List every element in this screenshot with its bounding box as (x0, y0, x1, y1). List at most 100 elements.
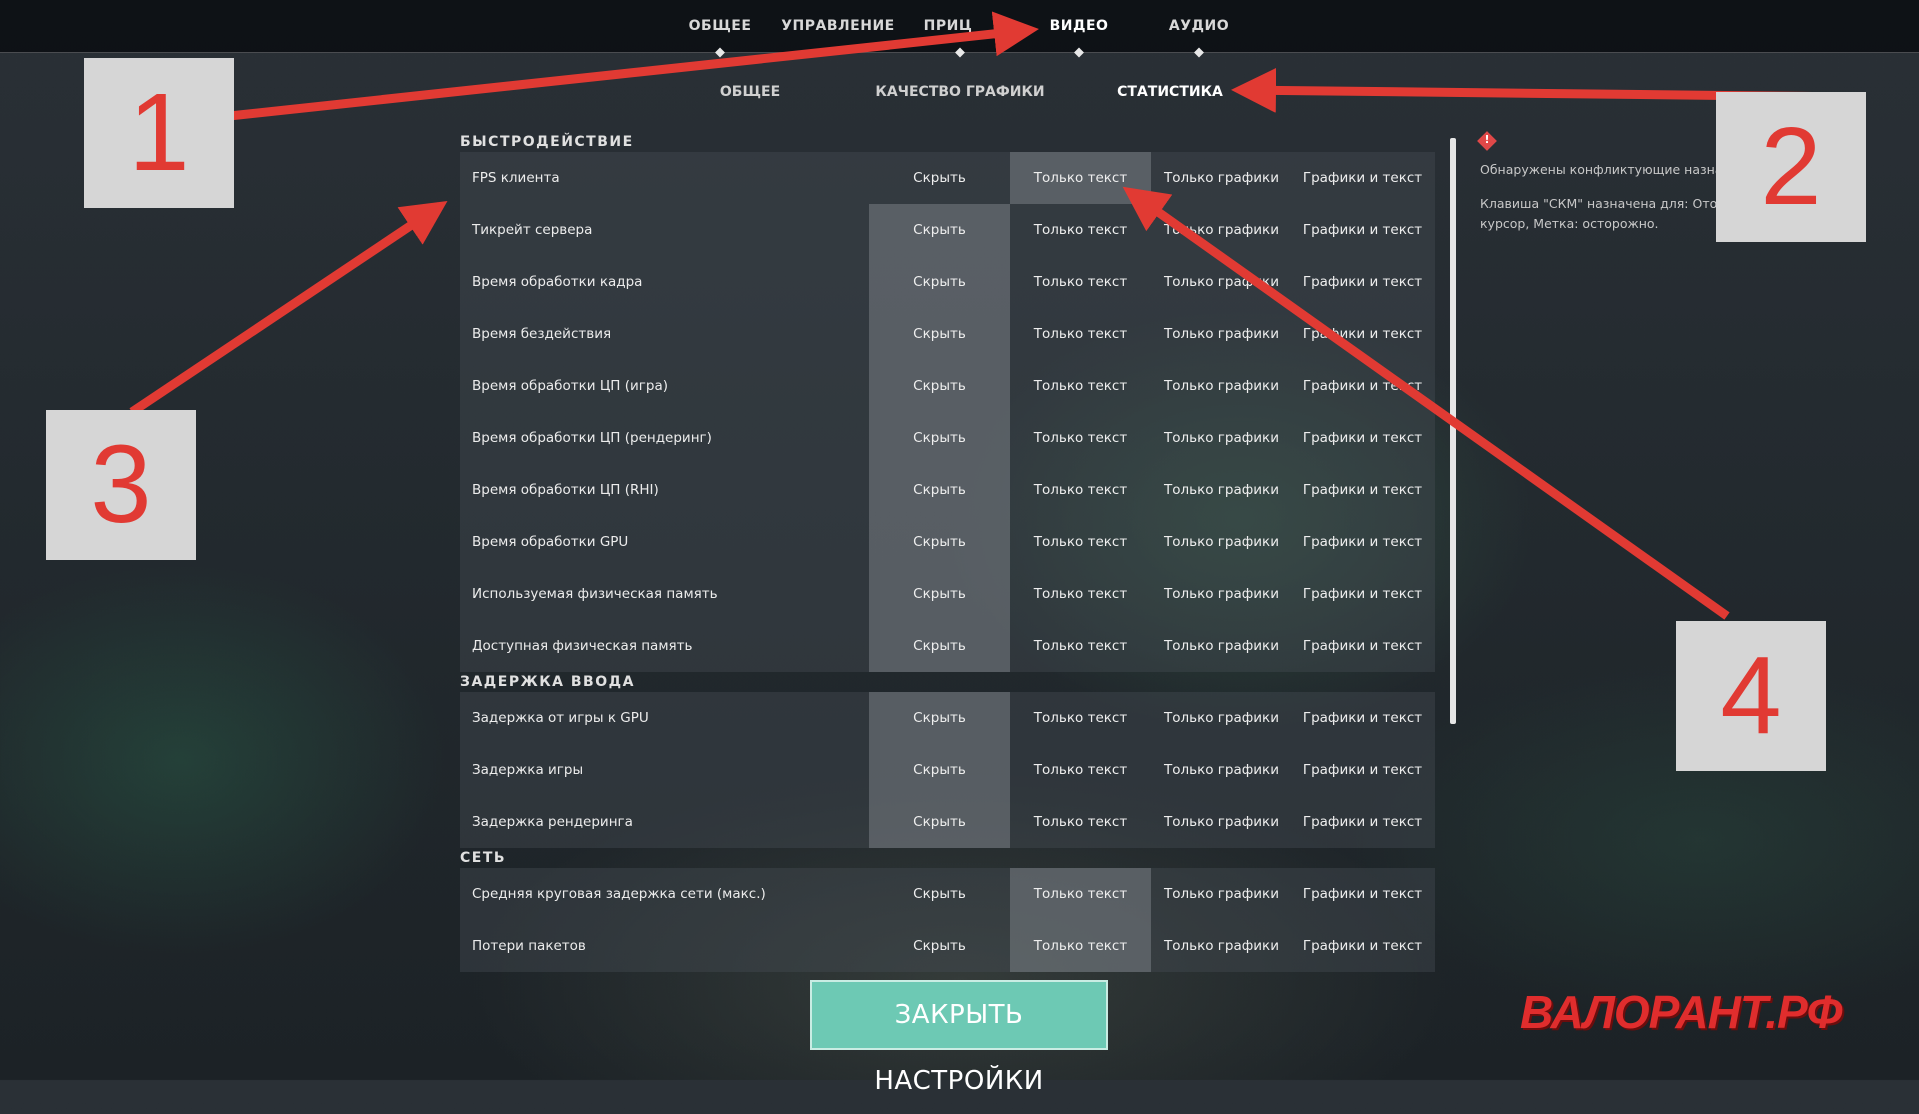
option-hide[interactable]: Скрыть (869, 568, 1010, 620)
option-hide[interactable]: Скрыть (869, 464, 1010, 516)
settings-row-label: Потери пакетов (472, 938, 586, 954)
subtab-statistics[interactable]: СТАТИСТИКА (1117, 84, 1223, 100)
option-hide[interactable]: Скрыть (869, 868, 1010, 920)
option-text-only[interactable]: Только текст (1010, 464, 1151, 516)
option-hide[interactable]: Скрыть (869, 744, 1010, 796)
option-hide[interactable]: Скрыть (869, 360, 1010, 412)
settings-row: Время обработки ЦП (RHI) Скрыть Только тек… (460, 464, 1435, 516)
subtab-graphics-quality[interactable]: КАЧЕСТВО ГРАФИКИ (875, 84, 1044, 100)
option-text-only[interactable]: Только текст (1010, 204, 1151, 256)
option-graphs-and-text[interactable]: Графики и текст (1292, 464, 1433, 516)
settings-row-label: Время обработки ЦП (рендеринг) (472, 430, 712, 446)
option-graphs-only[interactable]: Только графики (1151, 308, 1292, 360)
close-settings-button[interactable]: ЗАКРЫТЬ НАСТРОЙКИ (810, 980, 1108, 1096)
option-graphs-only[interactable]: Только графики (1151, 796, 1292, 848)
subtab-general[interactable]: ОБЩЕЕ (720, 84, 780, 100)
settings-row-label: Доступная физическая память (472, 638, 693, 654)
annotation-box-1: 1 (84, 58, 234, 208)
option-text-only[interactable]: Только текст (1010, 692, 1151, 744)
settings-row: Средняя круговая задержка сети (макс.) Ск… (460, 868, 1435, 920)
settings-row-label: Используемая физическая память (472, 586, 718, 602)
option-hide[interactable]: Скрыть (869, 692, 1010, 744)
settings-row-label: Задержка игры (472, 762, 584, 778)
settings-row-label: Время бездействия (472, 326, 612, 342)
option-text-only[interactable]: Только текст (1010, 412, 1151, 464)
settings-row: Время обработки ЦП (игра) Скрыть Только те… (460, 360, 1435, 412)
option-hide[interactable]: Скрыть (869, 920, 1010, 972)
option-text-only[interactable]: Только текст (1010, 744, 1151, 796)
settings-row: Время обработки кадра Скрыть Только текст Т… (460, 256, 1435, 308)
tab-audio[interactable]: АУДИО (1169, 18, 1229, 34)
option-graphs-only[interactable]: Только графики (1151, 744, 1292, 796)
settings-row-label: Средняя круговая задержка сети (макс.) (472, 886, 766, 902)
option-graphs-only[interactable]: Только графики (1151, 360, 1292, 412)
option-graphs-only[interactable]: Только графики (1151, 516, 1292, 568)
option-graphs-and-text[interactable]: Графики и текст (1292, 360, 1433, 412)
option-hide[interactable]: Скрыть (869, 620, 1010, 672)
option-graphs-only[interactable]: Только графики (1151, 256, 1292, 308)
option-graphs-only[interactable]: Только графики (1151, 868, 1292, 920)
option-text-only[interactable]: Только текст (1010, 796, 1151, 848)
option-graphs-and-text[interactable]: Графики и текст (1292, 152, 1433, 204)
option-graphs-only[interactable]: Только графики (1151, 920, 1292, 972)
settings-row: Задержка игры Скрыть Только текст Только гр… (460, 744, 1435, 796)
option-graphs-and-text[interactable]: Графики и текст (1292, 744, 1433, 796)
scrollbar[interactable] (1450, 138, 1456, 724)
option-graphs-only[interactable]: Только графики (1151, 568, 1292, 620)
settings-row: FPS клиента Скрыть Только текст Только граф… (460, 152, 1435, 204)
option-graphs-only[interactable]: Только графики (1151, 412, 1292, 464)
settings-row: Задержка рендеринга Скрыть Только текст Тол… (460, 796, 1435, 848)
option-graphs-only[interactable]: Только графики (1151, 204, 1292, 256)
annotation-box-4: 4 (1676, 621, 1826, 771)
option-graphs-and-text[interactable]: Графики и текст (1292, 620, 1433, 672)
option-hide[interactable]: Скрыть (869, 256, 1010, 308)
tab-video[interactable]: ВИДЕО (1050, 18, 1109, 34)
tab-crosshair[interactable]: ПРИЦ (924, 18, 973, 34)
option-graphs-and-text[interactable]: Графики и текст (1292, 920, 1433, 972)
option-text-only[interactable]: Только текст (1010, 868, 1151, 920)
option-text-only[interactable]: Только текст (1010, 256, 1151, 308)
option-hide[interactable]: Скрыть (869, 516, 1010, 568)
option-hide[interactable]: Скрыть (869, 204, 1010, 256)
annotation-arrow-3 (129, 200, 448, 416)
option-text-only[interactable]: Только текст (1010, 152, 1151, 204)
settings-row: Используемая физическая память Скрыть Толь… (460, 568, 1435, 620)
option-graphs-and-text[interactable]: Графики и текст (1292, 412, 1433, 464)
settings-row: Время обработки GPU Скрыть Только текст Тол… (460, 516, 1435, 568)
annotation-box-2: 2 (1716, 92, 1866, 242)
option-hide[interactable]: Скрыть (869, 412, 1010, 464)
option-graphs-only[interactable]: Только графики (1151, 152, 1292, 204)
option-graphs-and-text[interactable]: Графики и текст (1292, 868, 1433, 920)
watermark-logo: ВАЛОРАНТ.РФ (1520, 986, 1843, 1038)
option-graphs-and-text[interactable]: Графики и текст (1292, 796, 1433, 848)
option-text-only[interactable]: Только текст (1010, 920, 1151, 972)
option-text-only[interactable]: Только текст (1010, 308, 1151, 360)
option-text-only[interactable]: Только текст (1010, 516, 1151, 568)
settings-row-label: Тикрейт сервера (472, 222, 593, 238)
option-graphs-only[interactable]: Только графики (1151, 620, 1292, 672)
option-text-only[interactable]: Только текст (1010, 360, 1151, 412)
settings-row: Время бездействия Скрыть Только текст Тольк… (460, 308, 1435, 360)
option-graphs-and-text[interactable]: Графики и текст (1292, 568, 1433, 620)
tab-general[interactable]: ОБЩЕЕ (689, 18, 752, 34)
section-title-network: СЕТЬ (460, 850, 507, 866)
settings-row-label: Время обработки кадра (472, 274, 643, 290)
option-graphs-and-text[interactable]: Графики и текст (1292, 204, 1433, 256)
conflict-notice-line2: курсор, Метка: осторожно. (1480, 216, 1659, 231)
option-graphs-only[interactable]: Только графики (1151, 464, 1292, 516)
settings-row: Тикрейт сервера Скрыть Только текст Только … (460, 204, 1435, 256)
option-graphs-and-text[interactable]: Графики и текст (1292, 516, 1433, 568)
tab-controls[interactable]: УПРАВЛЕНИЕ (781, 18, 894, 34)
settings-row: Время обработки ЦП (рендеринг) Скрыть Толь… (460, 412, 1435, 464)
option-graphs-and-text[interactable]: Графики и текст (1292, 308, 1433, 360)
option-graphs-only[interactable]: Только графики (1151, 692, 1292, 744)
option-graphs-and-text[interactable]: Графики и текст (1292, 692, 1433, 744)
option-text-only[interactable]: Только текст (1010, 568, 1151, 620)
option-text-only[interactable]: Только текст (1010, 620, 1151, 672)
option-hide[interactable]: Скрыть (869, 152, 1010, 204)
option-hide[interactable]: Скрыть (869, 796, 1010, 848)
option-graphs-and-text[interactable]: Графики и текст (1292, 256, 1433, 308)
option-hide[interactable]: Скрыть (869, 308, 1010, 360)
settings-row-label: Задержка от игры к GPU (472, 710, 649, 726)
settings-row-label: Время обработки ЦП (RHI) (472, 482, 659, 498)
